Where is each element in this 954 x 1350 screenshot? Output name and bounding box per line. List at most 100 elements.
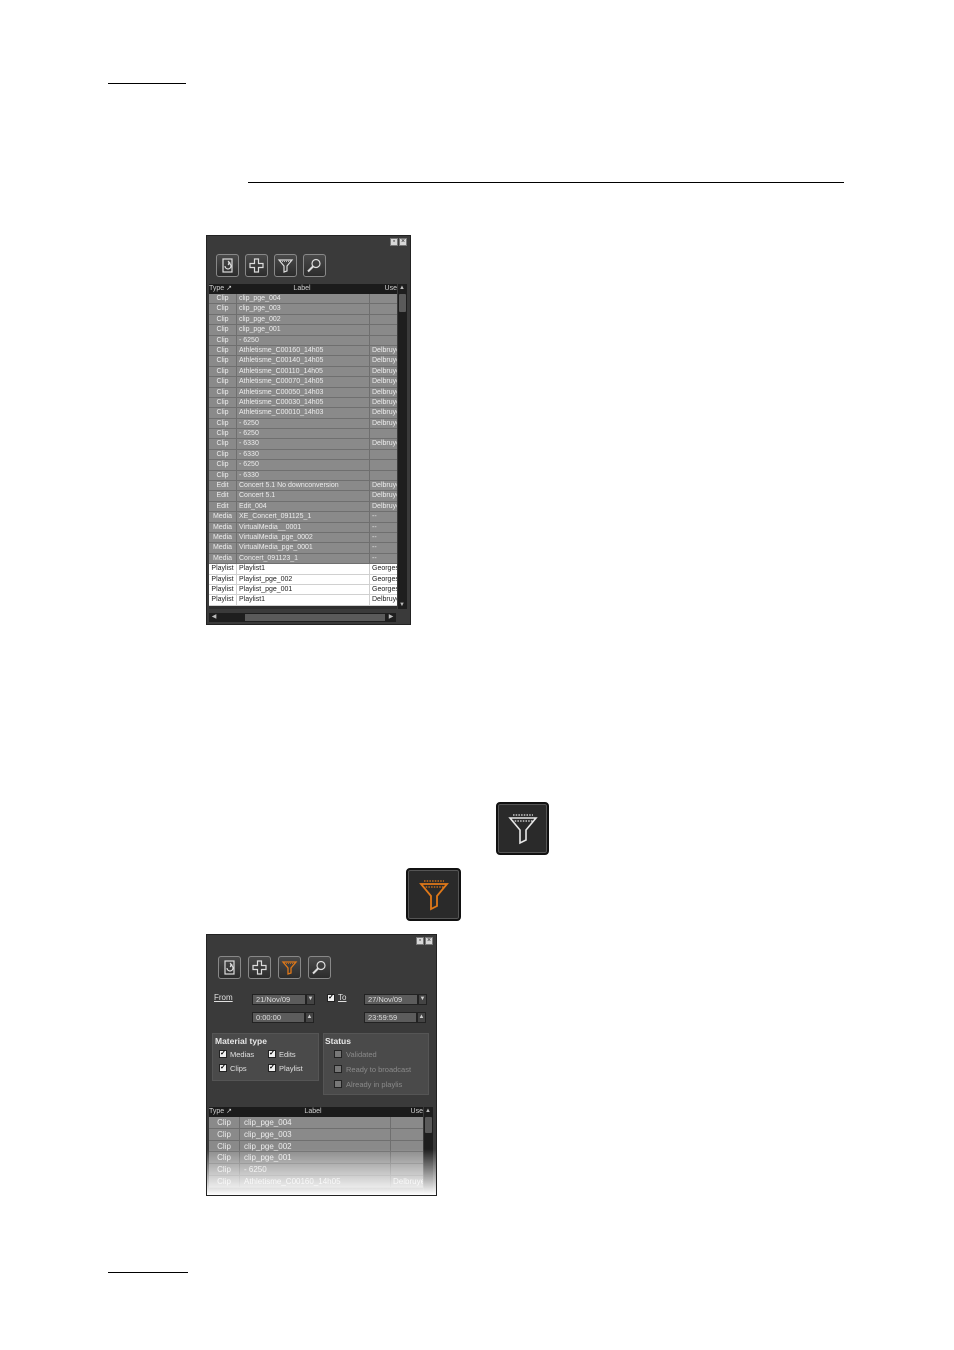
column-header-user[interactable]: Use <box>385 1107 423 1117</box>
type-cell: Media <box>212 533 233 541</box>
table-row[interactable]: Clip - 6250 <box>209 460 397 471</box>
user-cell: Georges <box>369 564 397 574</box>
table-row[interactable]: Playlist Playlist1 Georges <box>209 564 397 575</box>
table-row[interactable]: Clip - 6330Delbruye <box>209 439 397 450</box>
user-cell: Delbruye <box>369 491 397 501</box>
filter-button-active[interactable] <box>278 956 301 979</box>
table-row[interactable]: Media VirtualMedia__0001 -- <box>209 522 397 533</box>
from-time-stepper[interactable]: ▲ <box>305 1012 314 1023</box>
type-cell: Clip <box>216 305 229 313</box>
user-cell: Delbruye <box>369 595 397 605</box>
scroll-up-icon[interactable]: ▲ <box>398 284 406 292</box>
table-row[interactable]: Clip clip_pge_004 <box>209 294 397 305</box>
search-icon <box>307 258 321 273</box>
table-row[interactable]: Media Concert_091123_1 -- <box>209 553 397 565</box>
table-row[interactable]: Edit Concert 5.1 No downconversion Delbruy… <box>209 481 397 492</box>
type-cell: Media <box>212 544 233 552</box>
table-row[interactable]: Clip Athletisme_C00010_14h03Delbruye <box>209 408 397 419</box>
panel-toolbar <box>218 956 331 979</box>
table-row[interactable]: Clip Athletisme_C00030_14h05Delbruye <box>209 397 397 409</box>
type-cell: Clip <box>216 388 229 396</box>
to-checkbox[interactable]: ✓ <box>327 994 335 1002</box>
scroll-left-icon[interactable]: ◀ <box>210 613 218 621</box>
table-row[interactable]: Edit Concert 5.1Delbruye <box>209 491 397 502</box>
from-date-field[interactable]: 21/Nov/09 <box>252 994 306 1005</box>
user-cell <box>369 325 397 335</box>
to-time-field[interactable]: 23:59:59 <box>364 1012 417 1023</box>
type-cell: Media <box>212 554 233 562</box>
label-cell: Playlist1 <box>236 595 369 605</box>
user-cell: Delbruye <box>369 501 397 512</box>
table-row[interactable]: Clip Athletisme_C00050_14h03Delbruye <box>209 387 397 398</box>
column-header-user[interactable]: Use <box>366 284 397 294</box>
table-row[interactable]: Clip - 6330 <box>209 449 397 461</box>
add-button[interactable] <box>248 956 271 979</box>
refresh-button[interactable] <box>218 956 241 979</box>
scroll-thumb[interactable] <box>399 294 406 312</box>
scroll-right-icon[interactable]: ▶ <box>387 613 395 621</box>
table-row[interactable]: Playlist Playlist_pge_001 Georges <box>209 584 397 596</box>
table-row[interactable]: Edit Edit_004Delbruye <box>209 501 397 513</box>
edits-checkbox[interactable]: ✓ <box>268 1050 276 1058</box>
add-button[interactable] <box>245 254 268 277</box>
table-row[interactable]: Clip - 6330 <box>209 470 397 482</box>
filter-active-icon <box>418 879 449 910</box>
filter-button[interactable] <box>274 254 297 277</box>
horizontal-scrollbar[interactable]: ◀ ▶ <box>209 613 396 622</box>
user-cell: Delbruye <box>369 387 397 397</box>
table-row[interactable]: Clip - 6250 <box>209 429 397 440</box>
table-row[interactable]: Playlist Playlist_pge_002 Georges <box>209 574 397 585</box>
validated-checkbox[interactable] <box>334 1050 342 1058</box>
table-row[interactable]: Clip clip_pge_001 <box>209 325 397 336</box>
medias-checkbox[interactable]: ✓ <box>219 1050 227 1058</box>
column-header-type[interactable]: Type ↗ <box>209 1107 239 1117</box>
table-row[interactable]: Clip clip_pge_003 <box>209 304 397 315</box>
search-button[interactable] <box>308 956 331 979</box>
user-cell: Delbruye <box>369 408 397 418</box>
column-header-label[interactable]: Label <box>236 284 366 294</box>
label-cell: Playlist1 <box>236 564 369 574</box>
table-row[interactable]: Clip Athletisme_C00140_14h05Delbruye <box>209 356 397 367</box>
table-row[interactable]: Media VirtualMedia_pge_0001 -- <box>209 543 397 554</box>
user-cell <box>369 429 397 439</box>
table-row[interactable]: Media XE_Concert_091125_1 -- <box>209 512 397 523</box>
table-row[interactable]: Clip - 6250 <box>209 335 397 346</box>
from-label: From <box>214 993 233 1002</box>
column-header-type[interactable]: Type ↗ <box>209 284 236 294</box>
maximize-icon[interactable]: ▫ <box>390 238 398 246</box>
user-cell <box>369 335 397 345</box>
table-row[interactable]: Clip clip_pge_002 <box>209 314 397 326</box>
already-in-playlist-checkbox[interactable] <box>334 1080 342 1088</box>
scroll-down-icon[interactable]: ▼ <box>398 601 406 609</box>
hscroll-thumb[interactable] <box>245 614 385 621</box>
table-row[interactable]: Media VirtualMedia_pge_0002 -- <box>209 532 397 544</box>
ready-to-broadcast-checkbox[interactable] <box>334 1065 342 1073</box>
validated-option-label: Validated <box>346 1050 377 1059</box>
from-date-dropdown[interactable]: ▼ <box>306 994 315 1005</box>
table-row[interactable]: Clip Athletisme_C00110_14h05Delbruye <box>209 366 397 378</box>
table-row[interactable]: Clip - 6250Delbruye <box>209 418 397 430</box>
search-button[interactable] <box>303 254 326 277</box>
scroll-up-icon[interactable]: ▲ <box>424 1107 432 1115</box>
clips-checkbox[interactable]: ✓ <box>219 1064 227 1072</box>
maximize-icon[interactable]: ▫ <box>416 937 424 945</box>
type-cell: Clip <box>216 367 229 375</box>
table-row[interactable]: Clip clip_pge_003 <box>209 1128 423 1141</box>
column-header-label[interactable]: Label <box>239 1107 385 1117</box>
vertical-scrollbar[interactable]: ▲ ▼ <box>398 284 407 609</box>
scroll-thumb[interactable] <box>425 1117 432 1133</box>
close-icon[interactable]: × <box>399 238 407 246</box>
grid-rows: Clip clip_pge_004 Clip clip_pge_003 Clip clip… <box>209 294 397 606</box>
table-row[interactable]: Clip Athletisme_C00070_14h05Delbruye <box>209 377 397 388</box>
close-icon[interactable]: × <box>425 937 433 945</box>
table-row[interactable]: Clip Athletisme_C00160_14h05Delbruye <box>209 345 397 357</box>
table-row[interactable]: Clip clip_pge_004 <box>209 1117 423 1129</box>
playlist-checkbox[interactable]: ✓ <box>268 1064 276 1072</box>
to-time-stepper[interactable]: ▲ <box>417 1012 426 1023</box>
to-date-dropdown[interactable]: ▼ <box>418 994 427 1005</box>
to-date-field[interactable]: 27/Nov/09 <box>364 994 418 1005</box>
from-time-field[interactable]: 0:00:00 <box>252 1012 305 1023</box>
refresh-button[interactable] <box>216 254 239 277</box>
type-cell: Edit <box>216 482 229 490</box>
table-row[interactable]: PlaylistPlaylist1Delbruye <box>209 595 397 606</box>
